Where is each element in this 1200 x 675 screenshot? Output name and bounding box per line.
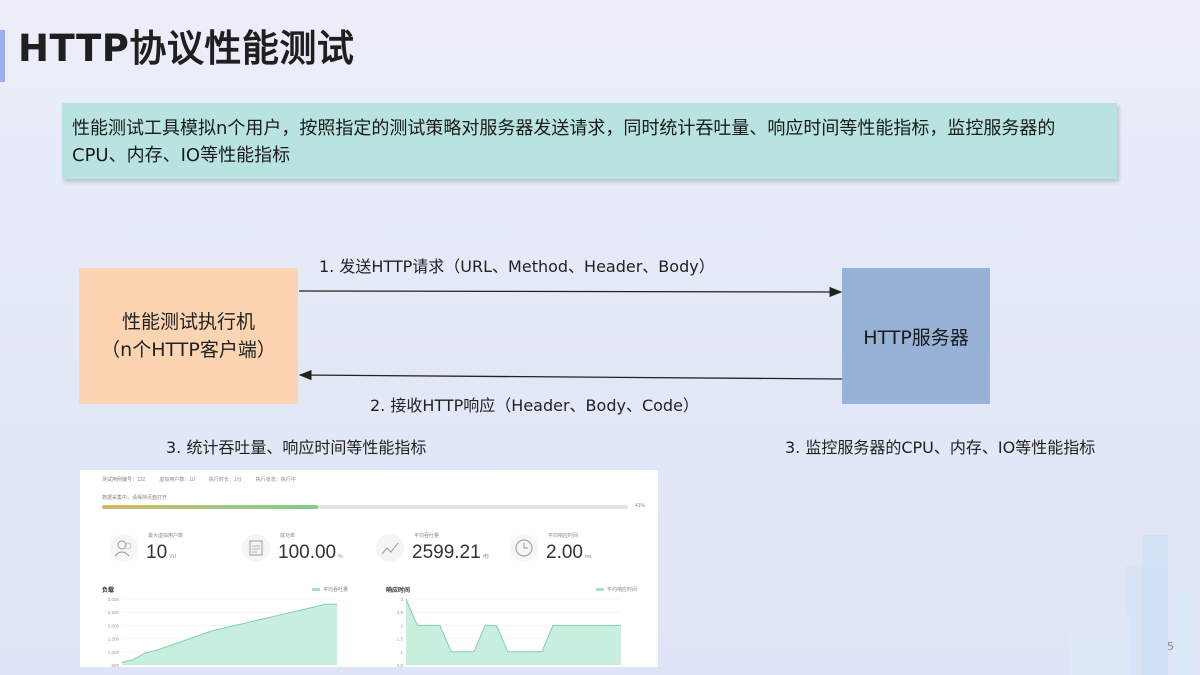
y-tick-label: 1 [400,650,403,655]
response-chart: 3 2.5 2 1.5 1 0.5 [397,597,621,667]
series-area [406,599,621,665]
panel-legend: 平均吞吐量 [312,586,348,593]
checklist-icon [242,534,270,562]
y-tick-label: 3 [400,597,403,602]
server-monitor-note: 3. 监控服务器的CPU、内存、IO等性能指标 [785,438,1096,457]
top-item: 执行时长：1分 [208,477,242,483]
client-stats-note: 3. 统计吞吐量、响应时间等性能指标 [166,438,427,457]
y-tick-label: 1,000 [108,650,120,655]
y-tick-label: 2,000 [108,623,120,628]
response-arrow-label: 2. 接收HTTP响应（Header、Body、Code） [370,396,699,415]
y-tick-label: 2,500 [108,610,120,615]
top-item: 测试用例编号：132 [102,477,146,483]
y-tick-label: 1,500 [108,637,120,642]
stat-label: 平均响应时间 [548,533,579,539]
request-arrow-label: 1. 发送HTTP请求（URL、Method、Header、Body） [319,257,715,276]
y-tick-label: 2 [400,623,403,628]
load-chart: 3,000 2,500 2,000 1,500 1,000 500 [108,597,337,667]
y-tick-label: 1.5 [397,637,404,642]
stat-value: 10 VU [146,542,177,563]
stat-label: 最大虚拟用户数 [148,533,184,539]
stat-label: 成功率 [280,533,296,539]
stat-value: 2599.21/秒 [412,542,490,563]
top-item: 虚拟用户数：10 [159,477,195,483]
page-number: 5 [1167,640,1174,653]
progress-bar [102,505,628,509]
stat-label: 平均吞吐量 [414,533,440,539]
progress-fill [102,505,318,509]
dashboard-screenshot: 测试用例编号：132 虚拟用户数：10 执行时长：1分 执行状态：执行中 数据采… [80,470,658,667]
stat-value: 2.00 ms [546,542,592,563]
decorative-buildings [1070,535,1194,675]
load-panel: 负载 平均吞吐量 3,000 2,500 2,000 1,500 1,000 500 [102,585,352,667]
response-arrow [298,369,843,381]
request-arrow [298,286,843,298]
trend-icon [376,534,404,562]
series-area [122,604,337,665]
y-tick-label: 500 [111,663,119,667]
response-panel: 响应时间 平均响应时间 3 2.5 2 1.5 1 0.5 [386,585,637,667]
panel-title: 响应时间 [386,588,411,594]
top-item: 执行状态：执行中 [255,477,296,483]
progress-label: 数据采集中，请保持页面打开 [102,495,168,501]
y-tick-label: 0.5 [397,663,404,667]
dashboard-top-info: 测试用例编号：132 虚拟用户数：10 执行时长：1分 执行状态：执行中 [102,476,296,483]
panel-title: 负载 [102,588,115,594]
stat-value: 100.00% [278,542,343,563]
users-icon [110,534,138,562]
y-tick-label: 3,000 [108,597,120,602]
progress-percent: 41% [635,503,646,509]
y-tick-label: 2.5 [397,610,404,615]
clock-icon [510,534,538,562]
panel-legend: 平均响应时间 [596,586,637,593]
